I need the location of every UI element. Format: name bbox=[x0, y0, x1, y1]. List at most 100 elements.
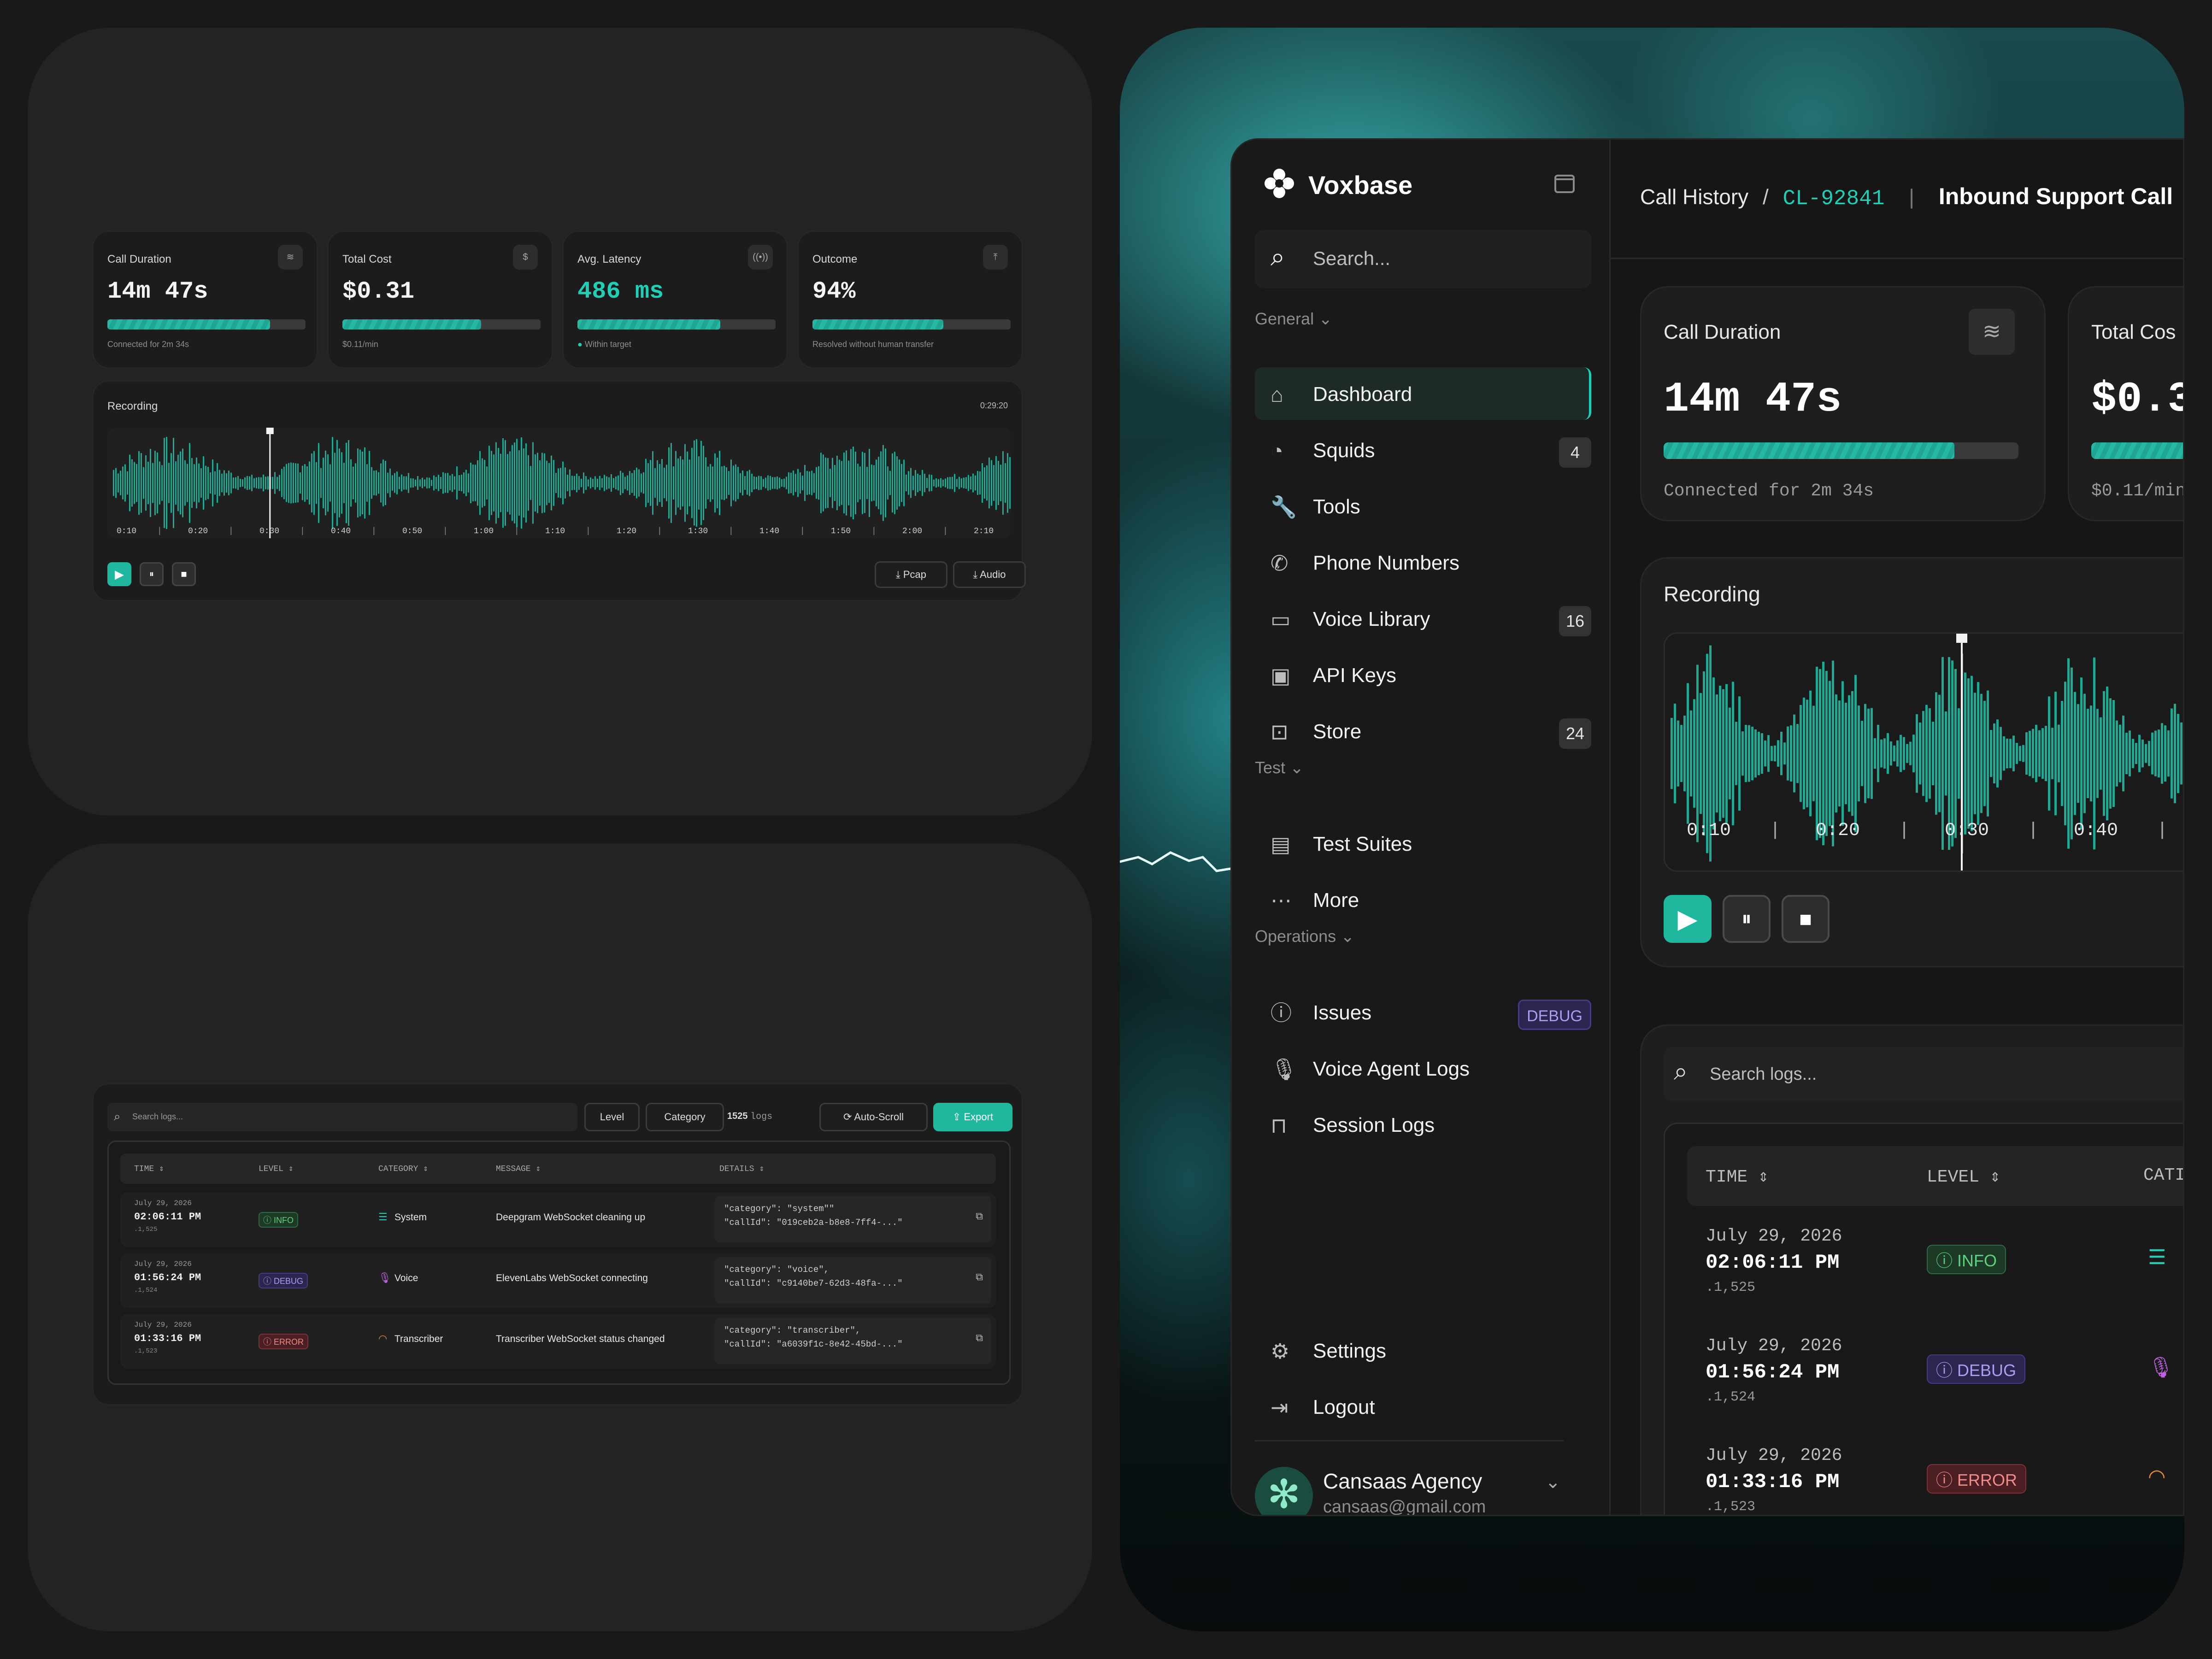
waveform-bar bbox=[1758, 731, 1760, 776]
waveform-bar bbox=[929, 474, 930, 492]
waveform-bar bbox=[479, 451, 481, 515]
section-test[interactable]: Test ⌄ bbox=[1255, 758, 1304, 777]
waves-icon: ≋ bbox=[278, 245, 303, 270]
waveform-bar bbox=[933, 479, 935, 487]
copy-icon[interactable]: ⧉ bbox=[976, 1271, 983, 1285]
sidebar-item-settings[interactable]: ⚙ Settings bbox=[1255, 1324, 1591, 1377]
export-button[interactable]: ⇪ Export bbox=[933, 1103, 1012, 1131]
sidebar-item-voice-agent-logs[interactable]: 🎙 Voice Agent Logs bbox=[1255, 1042, 1591, 1094]
log-count: 1525 logs bbox=[727, 1111, 773, 1122]
stop-button[interactable]: ■ bbox=[172, 562, 196, 586]
waveform-bar bbox=[120, 471, 121, 495]
waveform-bar bbox=[198, 463, 200, 503]
pause-button-large[interactable]: ⏸ bbox=[1723, 895, 1771, 943]
stat-progress bbox=[107, 319, 306, 329]
play-button-large[interactable]: ▶ bbox=[1664, 895, 1712, 943]
sidebar-item-squids[interactable]: ◔ Squids 4 bbox=[1255, 424, 1591, 476]
column-header[interactable]: DETAILS ⇕ bbox=[719, 1164, 764, 1174]
waveform-bar bbox=[975, 475, 976, 491]
waveform-bar bbox=[970, 476, 971, 490]
waveform-bar bbox=[1951, 660, 1953, 847]
details-json: "category": "voice", "callId": "c9140be7-… bbox=[715, 1257, 991, 1303]
playhead-handle[interactable] bbox=[266, 428, 274, 434]
column-header[interactable]: CATEGORY ⇕ bbox=[378, 1164, 428, 1174]
waveform-bar bbox=[1922, 711, 1924, 796]
sidebar-item-phone-numbers[interactable]: ✆ Phone Numbers bbox=[1255, 536, 1591, 588]
waveform-bar bbox=[737, 466, 739, 500]
user-profile[interactable]: ✻ Cansaas Agency cansaas@gmail.com ⌄ bbox=[1255, 1462, 1591, 1515]
sidebar-item-more[interactable]: ⋯ More bbox=[1255, 873, 1591, 926]
sidebar-item-issues[interactable]: ⓘ Issues DEBUG bbox=[1255, 986, 1591, 1038]
table-row[interactable]: July 29, 2026 02:06:11 PM .1,525 ⓘ INFO ☰ Sys… bbox=[120, 1193, 996, 1247]
column-header[interactable]: MESSAGE ⇕ bbox=[496, 1164, 541, 1174]
column-header[interactable]: LEVEL ⇕ bbox=[259, 1164, 294, 1174]
breadcrumb-call-id[interactable]: CL-92841 bbox=[1783, 187, 1885, 211]
waveform-bar bbox=[2116, 720, 2118, 787]
table-row[interactable]: July 29, 2026 01:56:24 PM .1,524 ⓘ DEBUG 🎙 bbox=[1687, 1330, 2183, 1432]
level-filter[interactable]: Level bbox=[584, 1103, 640, 1131]
logs-search-large[interactable]: ⌕ Search logs... bbox=[1664, 1047, 2183, 1101]
waveform-bar bbox=[1712, 677, 1715, 830]
column-header[interactable]: TIME ⇕ bbox=[134, 1164, 164, 1174]
waveform-bar bbox=[2106, 686, 2108, 821]
sidebar-item-voice-library[interactable]: ▭ Voice Library 16 bbox=[1255, 592, 1591, 645]
waveform-bar bbox=[2109, 698, 2112, 809]
waveform-bar bbox=[124, 464, 126, 502]
section-operations[interactable]: Operations ⌄ bbox=[1255, 927, 1354, 946]
column-header[interactable]: TIME ⇕ bbox=[1706, 1165, 1769, 1187]
sidebar-item-api-keys[interactable]: ▣ API Keys bbox=[1255, 648, 1591, 701]
table-row[interactable]: July 29, 2026 02:06:11 PM .1,525 ⓘ INFO ☰ bbox=[1687, 1221, 2183, 1322]
sidebar-item-test-suites[interactable]: ▤ Test Suites bbox=[1255, 817, 1591, 870]
sidebar-item-store[interactable]: ⊡ Store 24 bbox=[1255, 705, 1591, 757]
waveform-bar bbox=[240, 479, 241, 487]
play-button[interactable]: ▶ bbox=[107, 562, 131, 586]
pcap-button[interactable]: ⤓ Pcap bbox=[875, 561, 947, 588]
playhead-handle[interactable] bbox=[1956, 634, 1967, 643]
sidebar-search[interactable]: ⌕ Search... bbox=[1255, 230, 1591, 288]
waveform-bar bbox=[387, 472, 388, 494]
waveform-bar bbox=[620, 471, 621, 495]
audio-button[interactable]: ⤓ Audio bbox=[953, 561, 1026, 588]
autoscroll-button[interactable]: ⟳ Auto-Scroll bbox=[819, 1103, 928, 1131]
waveform-bar bbox=[350, 459, 352, 507]
waveform-bar bbox=[295, 463, 296, 503]
breadcrumb-call-history[interactable]: Call History bbox=[1640, 185, 1748, 209]
waveform-bar bbox=[2167, 730, 2170, 777]
table-row[interactable]: July 29, 2026 01:33:16 PM .1,523 ⓘ ERROR ◠ bbox=[1687, 1440, 2183, 1515]
waveform-bar bbox=[2054, 691, 2057, 816]
waveform-bar bbox=[1906, 744, 1908, 763]
waveform-bar bbox=[735, 464, 736, 502]
waveform-bar bbox=[187, 464, 188, 502]
share-icon: ⇪ bbox=[952, 1111, 964, 1123]
sidebar-toggle-icon[interactable] bbox=[1554, 175, 1575, 193]
waveform[interactable] bbox=[107, 428, 1011, 538]
logs-search[interactable]: ⌕ Search logs... bbox=[107, 1103, 577, 1131]
waveform-bar bbox=[465, 470, 467, 496]
column-header[interactable]: LEVEL ⇕ bbox=[1927, 1165, 2000, 1187]
waveform-bar bbox=[263, 474, 264, 492]
search-icon: ⌕ bbox=[114, 1109, 121, 1123]
sidebar-item-dashboard[interactable]: ⌂ Dashboard bbox=[1255, 367, 1591, 420]
waveform-bar bbox=[597, 478, 598, 488]
sidebar-item-session-logs[interactable]: ⊓ Session Logs bbox=[1255, 1098, 1591, 1151]
table-row[interactable]: July 29, 2026 01:33:16 PM .1,523 ⓘ ERROR ◠ Tr… bbox=[120, 1314, 996, 1369]
category-filter[interactable]: Category bbox=[646, 1103, 724, 1131]
copy-icon[interactable]: ⧉ bbox=[976, 1210, 983, 1224]
pause-button[interactable]: ⏸ bbox=[140, 562, 164, 586]
stat-card: Avg. Latency ((•)) 486 ms ● Within target bbox=[562, 230, 788, 369]
waveform-bar bbox=[274, 472, 276, 494]
stop-button-large[interactable]: ■ bbox=[1782, 895, 1830, 943]
column-header[interactable]: CATI bbox=[2143, 1165, 2183, 1185]
sidebar-item-tools[interactable]: 🔧 Tools bbox=[1255, 480, 1591, 532]
waveform-bar bbox=[707, 466, 709, 500]
waveform-bar bbox=[636, 467, 637, 499]
chevron-down-icon[interactable]: ⌄ bbox=[1545, 1471, 1561, 1493]
waveform-bar bbox=[859, 466, 861, 500]
copy-icon[interactable]: ⧉ bbox=[976, 1332, 983, 1346]
section-general[interactable]: General ⌄ bbox=[1255, 309, 1332, 329]
sidebar-item-logout[interactable]: ⇥ Logout bbox=[1255, 1380, 1591, 1433]
waveform-bar bbox=[2100, 717, 2102, 790]
waveform-bar bbox=[779, 477, 780, 488]
table-row[interactable]: July 29, 2026 01:56:24 PM .1,524 ⓘ DEBUG 🎙 Vo… bbox=[120, 1253, 996, 1308]
waveform-bar bbox=[712, 466, 713, 500]
